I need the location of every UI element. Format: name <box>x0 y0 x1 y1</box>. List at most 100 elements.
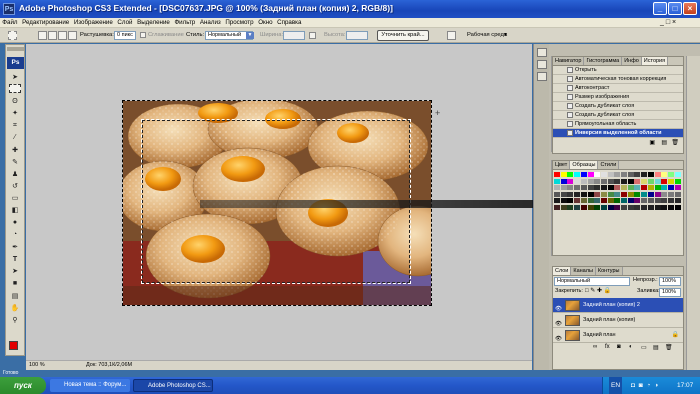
antialias-checkbox[interactable] <box>140 32 146 38</box>
toolbox-grip[interactable] <box>7 47 24 51</box>
clone-stamp-icon[interactable]: ♟ <box>9 170 21 179</box>
color-swatch[interactable] <box>594 198 601 203</box>
task-photoshop[interactable]: Adobe Photoshop CS... <box>133 379 213 392</box>
color-swatch[interactable] <box>567 185 574 190</box>
color-swatch[interactable] <box>627 172 634 177</box>
color-swatch[interactable] <box>554 185 560 190</box>
color-swatch[interactable] <box>587 185 594 190</box>
menu-edit[interactable]: Редактирование <box>20 18 72 28</box>
swap-icon[interactable] <box>309 32 316 39</box>
new-document-icon[interactable]: ▤ <box>661 139 667 146</box>
color-swatch[interactable] <box>580 178 587 184</box>
history-item[interactable]: Размер изображения <box>553 93 683 102</box>
color-swatch[interactable] <box>607 185 614 190</box>
color-swatch[interactable] <box>614 191 621 197</box>
color-swatch[interactable] <box>641 204 648 210</box>
tab-swatches[interactable]: Образцы <box>570 161 599 169</box>
new-snapshot-icon[interactable]: ▣ <box>649 139 655 146</box>
color-swatch[interactable] <box>641 185 648 190</box>
color-swatch[interactable] <box>627 185 634 190</box>
color-swatch[interactable] <box>634 172 641 177</box>
color-swatch[interactable] <box>567 172 574 177</box>
color-swatch[interactable] <box>614 204 621 210</box>
color-swatch[interactable] <box>627 191 634 197</box>
color-swatch[interactable] <box>554 191 560 197</box>
feather-input[interactable]: 0 пикс <box>114 31 136 40</box>
intersect-selection-icon[interactable] <box>68 31 77 40</box>
color-swatch[interactable] <box>580 185 587 190</box>
minimize-button[interactable]: _ <box>653 2 667 15</box>
history-item[interactable]: Открыть <box>553 66 683 75</box>
clone-source-icon[interactable] <box>537 72 547 81</box>
notes-tool-icon[interactable]: ▤ <box>9 292 21 301</box>
color-swatch[interactable] <box>607 191 614 197</box>
color-swatch[interactable] <box>600 198 607 203</box>
color-swatch[interactable] <box>661 185 668 190</box>
color-swatch[interactable] <box>567 178 574 184</box>
color-swatch[interactable] <box>661 198 668 203</box>
color-swatch[interactable] <box>654 185 661 190</box>
color-swatch[interactable] <box>667 178 674 184</box>
healing-brush-icon[interactable]: ✚ <box>9 146 21 155</box>
color-swatch[interactable] <box>654 172 661 177</box>
gradient-icon[interactable]: ◧ <box>9 206 21 215</box>
color-swatch[interactable] <box>661 204 668 210</box>
history-item[interactable]: Создать дубликат слоя <box>553 102 683 111</box>
palette-icon[interactable] <box>447 31 456 40</box>
brushes-icon[interactable] <box>537 48 547 57</box>
marquee-tool-icon[interactable] <box>9 84 21 93</box>
color-swatch[interactable] <box>567 204 574 210</box>
color-swatch[interactable] <box>554 198 560 203</box>
color-swatch[interactable] <box>614 198 621 203</box>
color-swatch[interactable] <box>674 172 681 177</box>
tab-info[interactable]: Инфо <box>622 57 642 65</box>
menu-select[interactable]: Выделение <box>135 18 172 28</box>
color-swatch[interactable] <box>654 191 661 197</box>
lasso-tool-icon[interactable]: ʘ <box>9 97 21 106</box>
color-swatch[interactable] <box>621 204 627 210</box>
fx-icon[interactable]: fx <box>605 344 610 350</box>
color-swatch[interactable] <box>641 198 648 203</box>
color-swatch[interactable] <box>600 191 607 197</box>
color-swatch[interactable] <box>560 198 567 203</box>
history-brush-icon[interactable]: ↺ <box>9 182 21 191</box>
zoom-tool-icon[interactable]: ⚲ <box>9 316 21 325</box>
color-swatch[interactable] <box>580 198 587 203</box>
color-swatch[interactable] <box>661 172 668 177</box>
crop-tool-icon[interactable]: ⌗ <box>9 121 21 130</box>
mask-icon[interactable]: ◙ <box>617 344 621 350</box>
dodge-tool-icon[interactable]: ◔ <box>9 230 21 239</box>
color-swatch[interactable] <box>674 204 681 210</box>
color-swatch[interactable] <box>567 191 574 197</box>
color-swatch[interactable] <box>594 191 601 197</box>
trash-icon[interactable]: 🗑 <box>665 344 673 351</box>
color-swatch[interactable] <box>607 198 614 203</box>
type-tool-icon[interactable]: T <box>9 255 21 264</box>
chevron-down-icon[interactable]: ▼ <box>246 32 254 39</box>
link-layers-icon[interactable]: ∞ <box>593 344 597 350</box>
layer-row-selected[interactable]: 👁 Задний план (копия) 2 <box>553 298 683 313</box>
history-item[interactable]: Создать дубликат слоя <box>553 111 683 120</box>
eye-icon[interactable]: 👁 <box>555 302 562 312</box>
tab-color[interactable]: Цвет <box>553 161 571 169</box>
color-swatch[interactable] <box>634 178 641 184</box>
subtract-selection-icon[interactable] <box>58 31 67 40</box>
tab-paths[interactable]: Контуры <box>595 267 623 275</box>
color-swatch[interactable] <box>607 172 614 177</box>
color-swatch[interactable] <box>594 204 601 210</box>
color-swatch[interactable] <box>674 185 681 190</box>
new-layer-icon[interactable]: ▤ <box>653 344 659 351</box>
color-swatch[interactable] <box>554 172 560 177</box>
hand-tool-icon[interactable]: ✋ <box>9 304 21 313</box>
doc-window-controls[interactable]: _ □ × <box>660 19 676 26</box>
workspace-button[interactable]: Рабочая среда <box>467 28 507 43</box>
foreground-color-swatch[interactable] <box>9 341 18 350</box>
color-swatch[interactable] <box>661 178 668 184</box>
color-swatch[interactable] <box>627 198 634 203</box>
color-swatch[interactable] <box>614 185 621 190</box>
color-swatch[interactable] <box>667 172 674 177</box>
blend-mode-select[interactable]: Нормальный <box>554 277 630 286</box>
color-swatch[interactable] <box>621 185 627 190</box>
tab-styles[interactable]: Стили <box>598 161 620 169</box>
lock-icons[interactable]: □ ✎ ✚ 🔒 <box>585 287 611 294</box>
